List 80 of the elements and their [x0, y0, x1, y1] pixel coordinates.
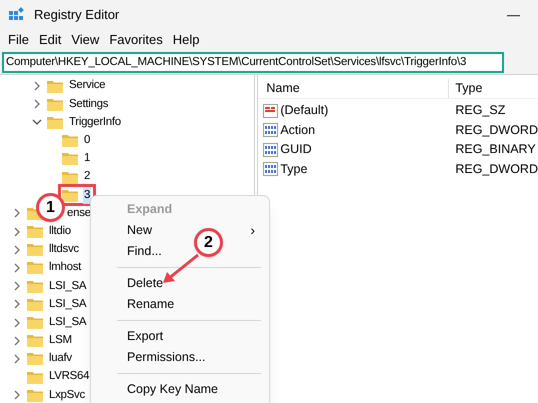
folder-icon	[27, 334, 43, 348]
chevron-right-icon[interactable]	[12, 299, 22, 310]
folder-icon	[62, 134, 78, 148]
tree-item[interactable]: 3	[83, 186, 92, 204]
minimize-button[interactable]: —	[507, 5, 520, 25]
menu-option[interactable]: Export	[127, 327, 164, 346]
folder-icon	[47, 80, 63, 93]
folder-icon	[27, 388, 43, 402]
tree-item[interactable]: lltdsvc	[48, 241, 80, 258]
tree-item[interactable]: LSI_SA	[48, 314, 88, 332]
menu-option[interactable]: Delete	[127, 274, 164, 293]
tree-item[interactable]: lmhost	[48, 259, 82, 277]
chevron-right-icon[interactable]	[12, 336, 22, 346]
chevron-right-icon[interactable]	[32, 99, 42, 110]
folder-icon	[27, 370, 43, 384]
value-name[interactable]: (Default)	[280, 101, 328, 120]
submenu-chevron: ›	[250, 221, 255, 240]
value-type: REG_BINARY	[454, 141, 536, 158]
value-name[interactable]: Action	[280, 120, 316, 140]
binary-value-icon	[263, 123, 278, 138]
window-title: Registry Editor	[34, 6, 120, 24]
folder-icon	[47, 116, 63, 129]
value-type: REG_SZ	[454, 102, 506, 120]
tree-item[interactable]: 1	[83, 150, 92, 168]
folder-icon	[62, 188, 78, 202]
chevron-right-icon[interactable]	[32, 81, 42, 92]
chevron-down-icon[interactable]	[32, 117, 42, 128]
folder-icon	[27, 225, 43, 238]
tree-item[interactable]: LSM	[48, 332, 73, 350]
column-header[interactable]: Name	[258, 79, 450, 98]
value-name[interactable]: GUID	[280, 140, 312, 160]
tree-item[interactable]: LxpSvc	[48, 386, 86, 403]
folder-icon	[47, 98, 63, 111]
tree-item[interactable]: Service	[68, 77, 106, 95]
folder-icon	[27, 261, 43, 274]
menu-option[interactable]: Rename	[127, 295, 174, 314]
chevron-right-icon[interactable]	[12, 208, 22, 218]
menu-item[interactable]: File	[4, 30, 33, 50]
menu-option[interactable]: Permissions...	[127, 348, 206, 367]
value-type: REG_DWORD	[454, 160, 538, 178]
tree-item[interactable]: 0	[83, 132, 92, 150]
menu-item[interactable]: Help	[168, 30, 204, 50]
string-value-icon	[263, 104, 278, 118]
column-header[interactable]: Type	[449, 79, 482, 98]
folder-icon	[62, 152, 78, 166]
tree-item[interactable]: 2	[83, 168, 92, 186]
step-badge: 1	[36, 193, 65, 222]
menu-option[interactable]: Find...	[127, 242, 162, 261]
tree-item[interactable]: TriggerInfo	[68, 114, 122, 132]
folder-icon	[27, 316, 43, 330]
menu-item[interactable]: View	[67, 30, 104, 50]
folder-icon	[62, 170, 78, 184]
chevron-right-icon[interactable]	[12, 390, 22, 400]
registry-icon	[8, 7, 24, 23]
binary-value-icon	[263, 162, 278, 176]
folder-icon	[27, 243, 43, 256]
address-bar[interactable]: Computer\HKEY_LOCAL_MACHINE\SYSTEM\CurrentControlSet\Services\lfsvc\TriggerInfo\3	[2, 52, 504, 72]
folder-icon	[27, 352, 43, 366]
binary-value-icon	[263, 142, 278, 157]
tree-item[interactable]: ense	[66, 204, 92, 222]
chevron-right-icon[interactable]	[12, 281, 22, 292]
chevron-right-icon[interactable]	[12, 318, 22, 328]
chevron-right-icon[interactable]	[12, 262, 22, 273]
tree-item[interactable]: LVRS64	[48, 368, 90, 386]
chevron-right-icon[interactable]	[12, 244, 22, 255]
menu-option[interactable]: Copy Key Name	[127, 380, 218, 399]
menu-item[interactable]: Edit	[34, 30, 66, 50]
tree-item[interactable]: LSI_SA	[48, 278, 88, 295]
value-type: REG_DWORD	[454, 122, 538, 139]
tree-item[interactable]: luafv	[48, 350, 73, 368]
menu-item[interactable]: Favorites	[105, 30, 167, 50]
chevron-right-icon[interactable]	[12, 354, 22, 364]
tree-item[interactable]: lltdio	[48, 222, 72, 240]
folder-icon	[27, 280, 43, 293]
chevron-right-icon[interactable]	[12, 226, 22, 237]
value-name[interactable]: Type	[280, 160, 308, 179]
tree-item[interactable]: Settings	[68, 96, 110, 113]
menu-option[interactable]: New	[127, 221, 152, 240]
tree-item[interactable]: LSI_SA	[48, 296, 88, 313]
folder-icon	[27, 298, 43, 311]
